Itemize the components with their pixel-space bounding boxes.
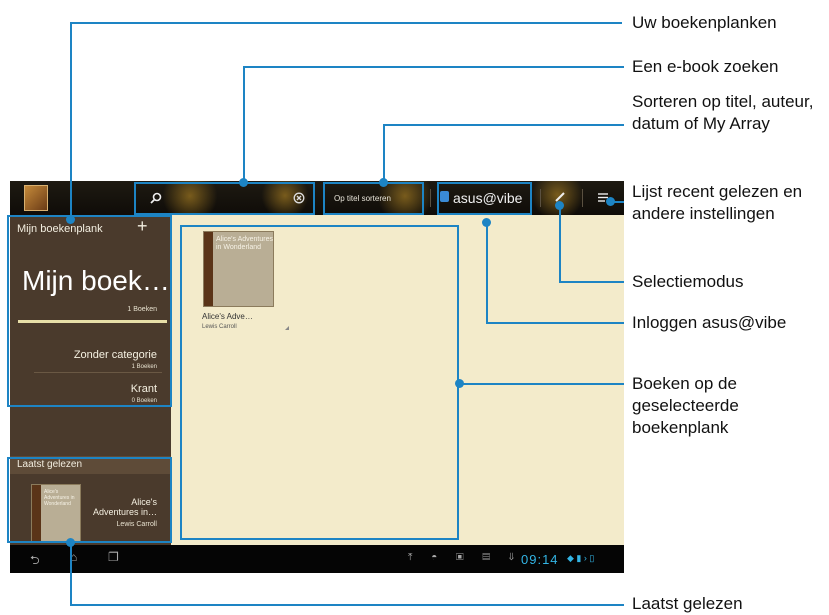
app-logo[interactable] bbox=[24, 185, 48, 211]
shelves-callout-box bbox=[7, 215, 172, 407]
notification-icons: ⤒ ◓ ▣ ▤ ⇓ bbox=[408, 552, 523, 563]
clock: 09:14 bbox=[521, 552, 559, 567]
label-books: Boeken op de geselecteerde boekenplank bbox=[632, 374, 739, 437]
books-callout-box bbox=[180, 225, 459, 540]
label-recent: Lijst recent gelezen en andere instellin… bbox=[632, 182, 803, 223]
label-search: Een e-book zoeken bbox=[632, 57, 779, 76]
login-callout-box bbox=[437, 182, 532, 215]
recent-apps-icon[interactable]: ❐ bbox=[108, 550, 119, 564]
label-sort: Sorteren op titel, auteur, datum of My A… bbox=[632, 92, 814, 133]
back-icon[interactable]: ⮌ bbox=[30, 551, 40, 572]
label-last-read: Laatst gelezen bbox=[632, 594, 743, 613]
label-select: Selectiemodus bbox=[632, 272, 744, 291]
sort-callout-box bbox=[323, 182, 424, 215]
label-shelves: Uw boekenplanken bbox=[632, 13, 777, 32]
search-callout-box bbox=[134, 182, 315, 215]
system-nav-bar: ⮌ ⌂ ❐ ⤒ ◓ ▣ ▤ ⇓ 09:14 ◆ ▮ › ▯ bbox=[10, 545, 624, 573]
last-read-callout-box bbox=[7, 457, 172, 543]
label-login: Inloggen asus@vibe bbox=[632, 313, 787, 332]
status-icons: ◆ ▮ › ▯ bbox=[567, 553, 595, 563]
